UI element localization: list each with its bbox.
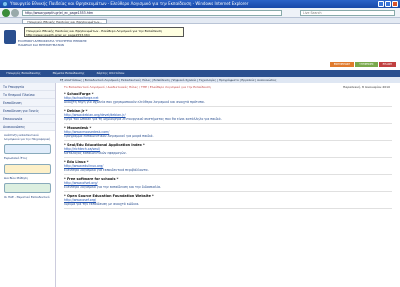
current-date: Παρασκευή, 8 Ιανουαρίου 2010	[343, 85, 390, 89]
divider	[64, 140, 392, 141]
entry-description: Ίδρυμα για την εκπαίδευση με ανοιχτό κώδ…	[64, 202, 140, 206]
window-controls	[378, 1, 398, 7]
divider	[64, 157, 392, 158]
header-tab[interactable]: ΕΠΑΦΗ	[378, 62, 396, 67]
divider	[64, 174, 392, 175]
header-tab[interactable]: ΥΠΗΡΕΣΙΕΣ	[355, 62, 378, 67]
sidebar-banner[interactable]	[4, 144, 51, 155]
maximize-button[interactable]	[385, 1, 391, 7]
minimize-button[interactable]	[378, 1, 384, 7]
sidebar-item[interactable]: Ανακοινώσεις	[0, 123, 55, 131]
header-tabs: ΕΝΗΜΕΡΩΣΗ ΥΠΗΡΕΣΙΕΣ ΕΠΑΦΗ	[329, 62, 396, 67]
entry-description: Κατάλογος εκπαιδευτικών εφαρμογών.	[64, 151, 127, 155]
list-item: * Edu Linux * http://www.edulinux.org/Ελε…	[64, 160, 392, 175]
window-titlebar: Υπουργείο Εθνικής Παιδείας και Θρησκευμά…	[0, 0, 400, 8]
ministry-name: ΕΛΛΗΝΙΚΗ ΔΗΜΟΚΡΑΤΙΑ ΥΠΟΥΡΓΕΙΟ ΕΘΝΙΚΗΣ ΠΑ…	[18, 39, 87, 47]
sidebar: Το Υπουργείο Το Θεσμικό Πλαίσιο Εκπαίδευ…	[0, 83, 56, 287]
entry-description: Ελεύθερο λογισμικό για την εκπαίδευση κα…	[64, 185, 161, 189]
list-item: * Debian Jr * http://www.debian.org/devel…	[64, 109, 392, 124]
entry-description: Έργο του Debian για τη δημιουργία λειτου…	[64, 117, 222, 121]
list-item: * Open Source Education Foundation Websi…	[64, 194, 392, 209]
sidebar-item[interactable]: Εκπαίδευση για Γονείς	[0, 107, 55, 115]
list-item: * SchoolForge * http://schoolforge.net Ανο…	[64, 92, 392, 107]
sidebar-promo[interactable]: Δια Βίου Μάθηση	[4, 176, 51, 181]
divider	[64, 106, 392, 107]
ie-logo-icon	[2, 1, 8, 7]
ministry-logo-icon	[4, 30, 16, 44]
divider	[64, 123, 392, 124]
divider	[64, 191, 392, 192]
sidebar-banner[interactable]	[4, 183, 51, 194]
address-bar[interactable]: http://www.ypepth.gr/el_ec_page1553.htm	[22, 10, 282, 16]
list-item: * Free software for schools * http://www.…	[64, 177, 392, 192]
list-item: * Moosedesk * http://www.moosedesk.com/Πρ…	[64, 126, 392, 141]
entry-description: Πρόγραμμα εκπαιδευτικού λογισμικού για μ…	[64, 134, 154, 138]
entry-description: Ανοιχτή πηγή για σχολεία που χρησιμοποιο…	[64, 100, 205, 104]
entries-list: * SchoolForge * http://schoolforge.net Ανο…	[64, 92, 392, 209]
sidebar-banner[interactable]	[4, 163, 51, 174]
search-input[interactable]: Live Search	[300, 10, 395, 16]
forward-button[interactable]	[11, 9, 19, 17]
sidebar-item[interactable]: Το Υπουργείο	[0, 83, 55, 91]
main-content: Το Εκπαιδευτικό Λογισμικό / Διαδικτυακές…	[60, 83, 396, 287]
header-tab[interactable]: ΕΝΗΜΕΡΩΣΗ	[329, 62, 355, 67]
tooltip-url: http://www.ypepth.gr/el_ec_page1553.htm	[26, 33, 91, 37]
topnav-item[interactable]: Θέματα Εκπαίδευσης	[47, 70, 91, 77]
topnav-item[interactable]: Χάρτης Ιστοτόπου	[91, 70, 131, 77]
sidebar-promo[interactable]: Ανάπτυξη εκπαιδευτικού λογισμικού για τη…	[4, 133, 51, 141]
tooltip: Υπουργείο Εθνικής Παιδείας και Θρησκευμά…	[24, 27, 184, 37]
sidebar-item[interactable]: Επικοινωνία	[0, 115, 55, 123]
site-header: ΕΛΛΗΝΙΚΗ ΔΗΜΟΚΡΑΤΙΑ ΥΠΟΥΡΓΕΙΟ ΕΘΝΙΚΗΣ ΠΑ…	[0, 24, 400, 70]
divider	[64, 208, 392, 209]
back-button[interactable]	[2, 9, 10, 17]
sidebar-promo[interactable]: Οι ΠΑΕ - Θεματικό Εκπαιδευτικό	[4, 196, 51, 200]
close-button[interactable]	[392, 1, 398, 7]
topnav-item[interactable]: Υπουργός Εκπαίδευσης	[0, 70, 47, 77]
sidebar-item[interactable]: Το Θεσμικό Πλαίσιο	[0, 91, 55, 99]
sidebar-promo[interactable]: Ευρωπαϊκό Έτος	[4, 157, 51, 161]
window-title: Υπουργείο Εθνικής Παιδείας και Θρησκευμά…	[10, 1, 249, 6]
list-item: * Seul/Edu Educational Application Index…	[64, 143, 392, 158]
sidebar-item[interactable]: Εκπαίδευση	[0, 99, 55, 107]
top-navigation: Υπουργός Εκπαίδευσης Θέματα Εκπαίδευσης …	[0, 70, 400, 77]
browser-navbar: http://www.ypepth.gr/el_ec_page1553.htm …	[0, 8, 400, 18]
entry-description: Ελεύθερο λογισμικό για εκπαιδευτικά περι…	[64, 168, 149, 172]
